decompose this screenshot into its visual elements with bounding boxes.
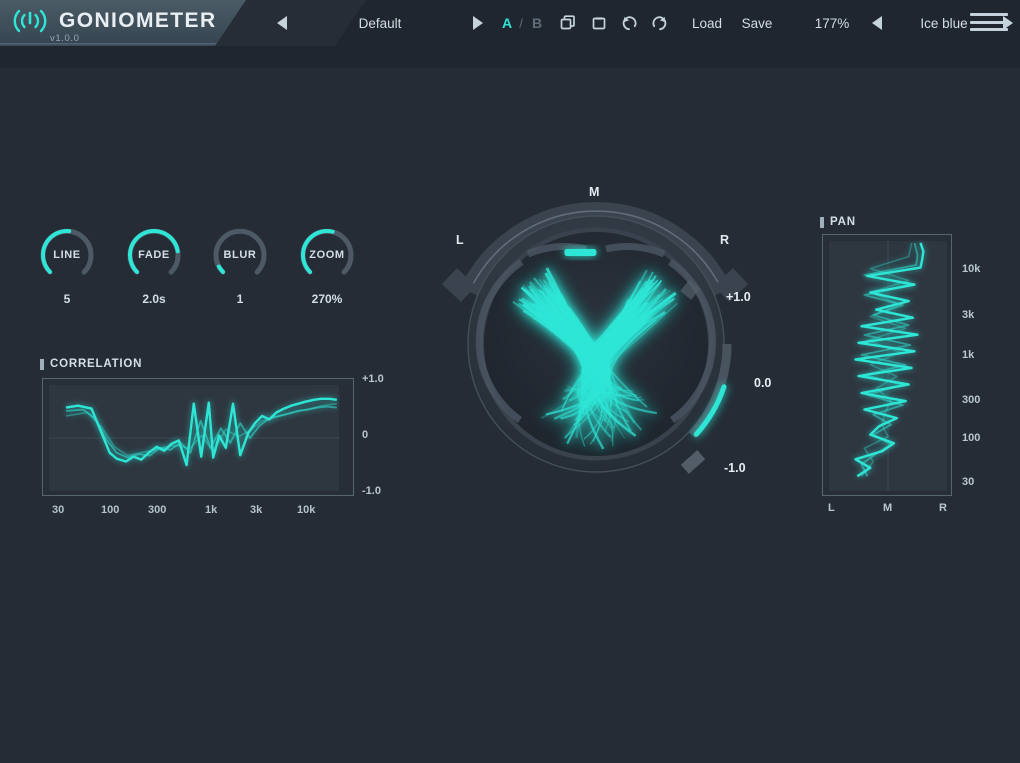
knob-blur-dial[interactable]	[209, 224, 271, 286]
save-button[interactable]: Save	[734, 0, 780, 46]
load-label: Load	[692, 16, 722, 31]
ab-b-label: B	[532, 15, 542, 31]
arrow-right-icon	[1003, 16, 1013, 30]
logo: GONIOMETER	[10, 5, 217, 37]
panel-bullet-icon	[820, 217, 824, 228]
app-title: GONIOMETER	[59, 9, 217, 33]
correlation-x-label-1k: 1k	[205, 504, 217, 516]
knob-blur-value: 1	[195, 292, 285, 306]
pan-x-label-m: M	[883, 502, 892, 514]
prev-theme-button[interactable]	[864, 0, 890, 46]
pan-x-axis: L M R	[822, 502, 962, 518]
correlation-x-label-300: 300	[148, 504, 166, 516]
redo-button[interactable]	[644, 0, 674, 46]
ab-separator: /	[514, 0, 528, 46]
goniometer-label-right: R	[720, 233, 729, 247]
knob-line-value: 5	[22, 292, 112, 306]
knob-zoom-dial[interactable]	[296, 224, 358, 286]
power-waves-icon	[10, 5, 50, 37]
knob-line-dial[interactable]	[36, 224, 98, 286]
ab-separator-label: /	[519, 16, 523, 31]
app-version: v1.0.0	[50, 33, 79, 44]
prev-preset-button[interactable]	[268, 0, 296, 46]
pan-title-label: PAN	[830, 216, 856, 228]
correlation-meter-label-bottom: -1.0	[724, 461, 746, 475]
pan-traces	[829, 241, 947, 491]
next-preset-button[interactable]	[464, 0, 492, 46]
pan-y-label-30: 30	[962, 476, 974, 488]
pan-y-label-100: 100	[962, 432, 980, 444]
correlation-meter-label-mid: 0.0	[754, 376, 771, 390]
knob-zoom[interactable]: ZOOM 270%	[296, 224, 358, 286]
balance-indicator	[564, 249, 596, 256]
correlation-y-label-mid: 0	[362, 429, 368, 441]
undo-button[interactable]	[614, 0, 644, 46]
panel-bullet-icon	[40, 359, 44, 370]
pan-plot-area	[829, 241, 947, 491]
knob-fade-dial[interactable]	[123, 224, 185, 286]
pan-x-label-r: R	[939, 502, 947, 514]
redo-icon	[650, 14, 669, 33]
next-theme-button[interactable]	[996, 0, 1020, 46]
preset-name-display[interactable]: Default	[300, 0, 460, 46]
pan-panel-title: PAN	[820, 216, 856, 228]
goniometer-label-top: M	[589, 185, 599, 199]
paste-button[interactable]	[584, 0, 614, 46]
correlation-y-axis: +1.0 0 -1.0	[355, 378, 399, 496]
knob-zoom-value: 270%	[282, 292, 372, 306]
header-lower-band	[0, 46, 1020, 68]
plugin-window: GONIOMETER v1.0.0 Default A / B	[0, 0, 1020, 763]
correlation-x-label-3k: 3k	[250, 504, 262, 516]
pan-y-label-10k: 10k	[962, 263, 980, 275]
copy-button[interactable]	[553, 0, 583, 46]
paste-icon	[590, 14, 608, 32]
correlation-y-label-bottom: -1.0	[362, 485, 381, 497]
knob-fade[interactable]: FADE 2.0s	[123, 224, 185, 286]
zoom-level-display[interactable]: 177%	[800, 0, 864, 46]
correlation-traces	[49, 385, 339, 491]
correlation-y-label-top: +1.0	[362, 373, 384, 385]
theme-name-display[interactable]: Ice blue	[894, 0, 994, 46]
copy-icon	[559, 14, 577, 32]
save-label: Save	[742, 16, 773, 31]
correlation-meter-label-top: +1.0	[726, 290, 751, 304]
correlation-graph[interactable]	[42, 378, 354, 496]
pan-x-label-l: L	[828, 502, 835, 514]
correlation-x-label-10k: 10k	[297, 504, 315, 516]
undo-icon	[620, 14, 639, 33]
pan-y-label-3k: 3k	[962, 309, 974, 321]
correlation-x-label-30: 30	[52, 504, 64, 516]
pan-y-label-1k: 1k	[962, 349, 974, 361]
goniometer-display[interactable]: L M R +1.0 0.0 -1.0	[424, 176, 776, 526]
pan-graph[interactable]	[822, 234, 952, 496]
header-bar: GONIOMETER v1.0.0 Default A / B	[0, 0, 1020, 68]
goniometer-label-left: L	[456, 233, 464, 247]
correlation-plot-area	[49, 385, 339, 491]
pan-y-axis: 10k 3k 1k 300 100 30	[954, 234, 1014, 502]
preset-name-label: Default	[359, 16, 402, 31]
arrow-right-icon	[473, 16, 483, 30]
correlation-title-label: CORRELATION	[50, 358, 142, 370]
theme-name-label: Ice blue	[920, 16, 967, 31]
arrow-left-icon	[277, 16, 287, 30]
load-button[interactable]: Load	[684, 0, 730, 46]
pan-y-label-300: 300	[962, 394, 980, 406]
knob-blur[interactable]: BLUR 1	[209, 224, 271, 286]
ab-a-label: A	[502, 15, 512, 31]
zoom-level-label: 177%	[815, 16, 850, 31]
correlation-panel-title: CORRELATION	[40, 358, 142, 370]
ab-b-button[interactable]: B	[528, 0, 546, 46]
correlation-x-label-100: 100	[101, 504, 119, 516]
arrow-left-icon	[872, 16, 882, 30]
meter-endcap	[681, 450, 705, 474]
correlation-x-axis: 30 100 300 1k 3k 10k	[42, 504, 362, 520]
knob-fade-value: 2.0s	[109, 292, 199, 306]
knob-line[interactable]: LINE 5	[36, 224, 98, 286]
